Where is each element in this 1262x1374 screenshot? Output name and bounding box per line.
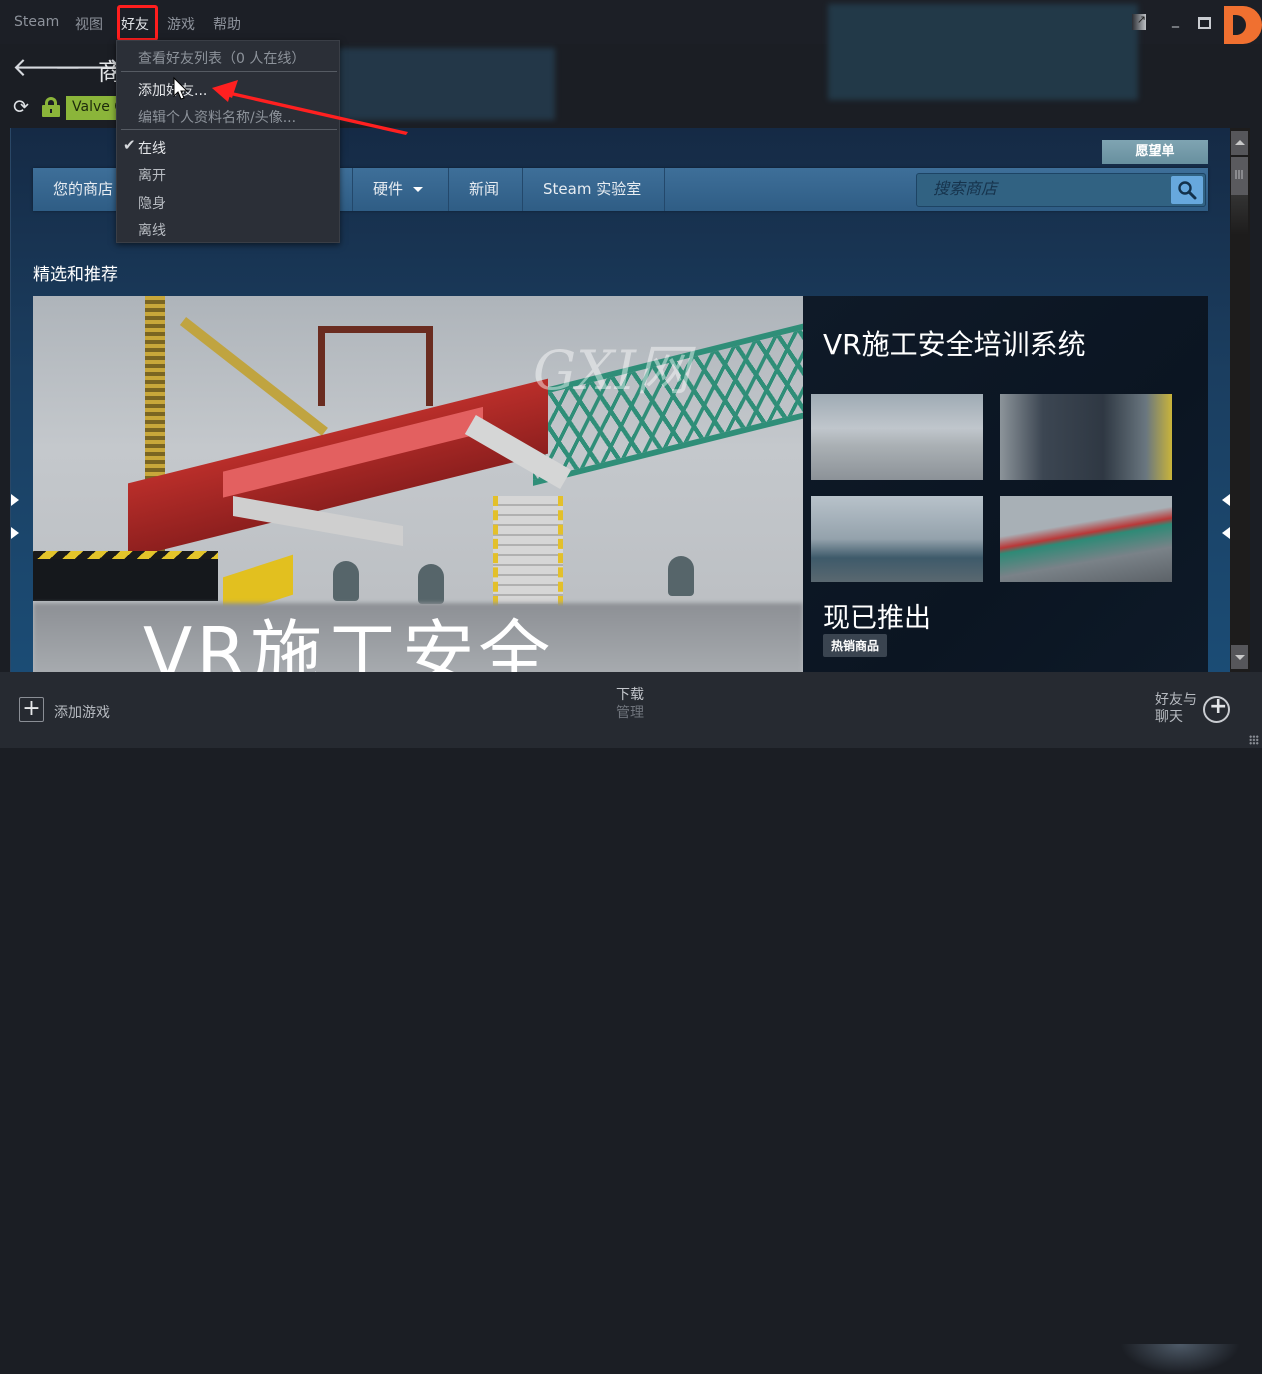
friends-chat-label-2: 聊天 — [1155, 709, 1183, 725]
store-search — [916, 173, 1206, 207]
annotation-highlight-box — [117, 5, 158, 41]
menu-separator — [121, 71, 337, 72]
menu-help[interactable]: 帮助 — [213, 14, 241, 34]
chat-add-icon[interactable] — [1203, 694, 1230, 723]
window-controls: ↗ _ ✕ — [1112, 0, 1262, 44]
vertical-scrollbar[interactable] — [1230, 128, 1250, 672]
add-game-label: 添加游戏 — [54, 705, 110, 721]
checkmark-icon: ✔ — [123, 136, 136, 154]
featured-info-panel[interactable]: VR施工安全培训系统 现已推出 热销商品 — [803, 296, 1208, 672]
plus-icon: + — [19, 697, 44, 722]
screenshot-thumb[interactable] — [1000, 496, 1172, 582]
section-title: 精选和推荐 — [33, 265, 118, 285]
screenshot-thumb[interactable] — [811, 394, 983, 480]
popout-icon[interactable]: ↗ — [1132, 14, 1146, 30]
store-tab-hardware[interactable]: 硬件 — [353, 168, 449, 211]
screenshot-thumb[interactable] — [811, 496, 983, 582]
tab-label: 硬件 — [373, 180, 404, 198]
search-icon — [1178, 181, 1197, 200]
wishlist-button[interactable]: 愿望单 — [1102, 140, 1208, 164]
search-button[interactable] — [1171, 176, 1203, 204]
carousel-next-arrow-icon[interactable] — [1222, 494, 1230, 506]
scroll-up-button[interactable] — [1231, 131, 1248, 155]
search-input[interactable] — [917, 174, 1167, 206]
menu-item-status-away[interactable]: 离开 — [138, 165, 166, 185]
menu-item-status-offline[interactable]: 离线 — [138, 220, 166, 240]
featured-game-title[interactable]: VR施工安全培训系统 — [823, 323, 1086, 363]
menu-games[interactable]: 游戏 — [167, 14, 195, 34]
scroll-thumb[interactable] — [1231, 157, 1248, 195]
store-tab-labs[interactable]: Steam 实验室 — [523, 168, 665, 211]
menubar: Steam 视图 好友 游戏 帮助 ↗ _ ✕ — [0, 0, 1262, 100]
lock-icon — [41, 97, 61, 117]
reload-icon[interactable]: ⟳ — [13, 96, 29, 118]
blurred-region — [828, 4, 1138, 100]
screenshot-thumb[interactable] — [1000, 394, 1172, 480]
friends-chat-label: 好友与 — [1155, 692, 1197, 708]
scroll-down-button[interactable] — [1231, 645, 1248, 669]
friends-chat-button[interactable]: 好友与 聊天 — [1155, 692, 1205, 726]
downloads-manage-label: 管理 — [616, 705, 644, 721]
menu-separator — [121, 129, 337, 130]
steam-window: Steam 视图 好友 游戏 帮助 ↗ _ ✕ 🡐 🡒 商 ⟳ Valve C … — [0, 0, 1262, 1374]
availability-label: 现已推出 — [823, 603, 931, 634]
tab-label: 新闻 — [469, 180, 500, 198]
menu-view[interactable]: 视图 — [75, 14, 103, 34]
menu-item-add-friend[interactable]: 添加好友... — [138, 80, 207, 100]
certificate-badge[interactable]: Valve C — [66, 96, 120, 120]
friends-dropdown-menu: 查看好友列表（0 人在线） 添加好友... 编辑个人资料名称/头像... ✔ 在… — [116, 40, 340, 243]
menu-item-edit-profile: 编辑个人资料名称/头像... — [138, 110, 297, 126]
carousel-prev-arrow-icon[interactable] — [11, 527, 19, 539]
featured-hero-image[interactable]: GXI网 VR施工安全 — [33, 296, 803, 672]
maximize-icon[interactable] — [1198, 17, 1211, 29]
carousel-next-arrow-icon[interactable] — [1222, 527, 1230, 539]
tab-label: 您的商店 — [53, 180, 114, 198]
watermark: GXI网 — [533, 339, 690, 402]
minimize-icon[interactable]: _ — [1172, 12, 1179, 28]
downloads-button[interactable]: 下载 管理 — [616, 686, 644, 722]
caret-down-icon — [413, 187, 424, 192]
downloads-label: 下载 — [616, 687, 644, 703]
featured-carousel: GXI网 VR施工安全 VR施工安全培训系统 现已推出 热销商品 — [33, 296, 1208, 672]
menu-item-status-online[interactable]: 在线 — [138, 138, 166, 158]
menu-steam[interactable]: Steam — [14, 14, 59, 30]
hero-overlay-title: VR施工安全 — [143, 612, 555, 672]
store-tab-news[interactable]: 新闻 — [449, 168, 523, 211]
carousel-prev-arrow-icon[interactable] — [11, 494, 19, 506]
menu-item-view-friends: 查看好友列表（0 人在线） — [138, 51, 306, 67]
menu-item-status-invisible[interactable]: 隐身 — [138, 193, 166, 213]
brand-logo-icon — [1224, 6, 1262, 44]
top-seller-badge: 热销商品 — [823, 634, 888, 657]
resize-grip[interactable] — [1249, 735, 1259, 745]
tab-label: Steam 实验室 — [543, 180, 642, 198]
